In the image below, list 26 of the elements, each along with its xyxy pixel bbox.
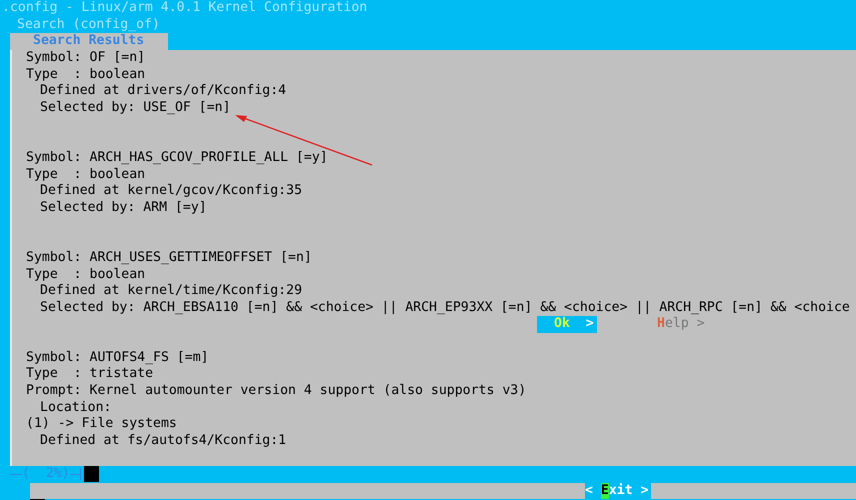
result-line: Location: xyxy=(40,400,112,416)
help-button[interactable]: Help > xyxy=(657,316,705,333)
result-line: Type : tristate xyxy=(26,366,154,384)
result-line: Type : boolean xyxy=(26,266,146,284)
exit-button[interactable]: < Exit > xyxy=(585,482,651,500)
result-line: Defined at kernel/time/Kconfig:29 xyxy=(40,283,302,300)
result-line: Type : boolean xyxy=(26,166,146,184)
search-title: Search (config_of) xyxy=(16,16,160,34)
result-line: Symbol: AUTOFS4_FS [=m] xyxy=(26,350,209,366)
result-line: Defined at fs/autofs4/Kconfig:1 xyxy=(40,433,286,450)
result-line: Selected by: ARM [=y] xyxy=(40,200,207,217)
dialog-title: Search Results xyxy=(33,33,144,50)
ok-button[interactable]: Ok > xyxy=(537,316,597,333)
result-line: (1) -> File systems xyxy=(26,416,177,434)
window-title: .config - Linux/arm 4.0.1 Kernel Configuration xyxy=(1,0,368,17)
result-line: Symbol: ARCH_USES_GETTIMEOFFSET [=n] xyxy=(26,250,312,267)
result-line: Selected by: USE_OF [=n] xyxy=(40,100,231,117)
result-line: Prompt: Kernel automounter version 4 support (also supports v3) xyxy=(26,383,526,400)
result-line: Symbol: OF [=n] xyxy=(26,50,146,67)
result-line: Type : boolean xyxy=(26,66,146,84)
result-line: Defined at kernel/gcov/Kconfig:35 xyxy=(40,183,302,200)
result-line: Symbol: ARCH_HAS_GCOV_PROFILE_ALL [=y] xyxy=(26,150,328,167)
result-line: Selected by: ARCH_EBSA110 [=n] && <choice> || ARCH_EP93XX [=n] && <choice> || ARCH_RPC [=n] && <choice xyxy=(40,300,850,316)
cursor-block xyxy=(84,466,99,482)
scroll-percentage: ( 2%) xyxy=(22,466,70,483)
result-line: Defined at drivers/of/Kconfig:4 xyxy=(40,83,286,100)
